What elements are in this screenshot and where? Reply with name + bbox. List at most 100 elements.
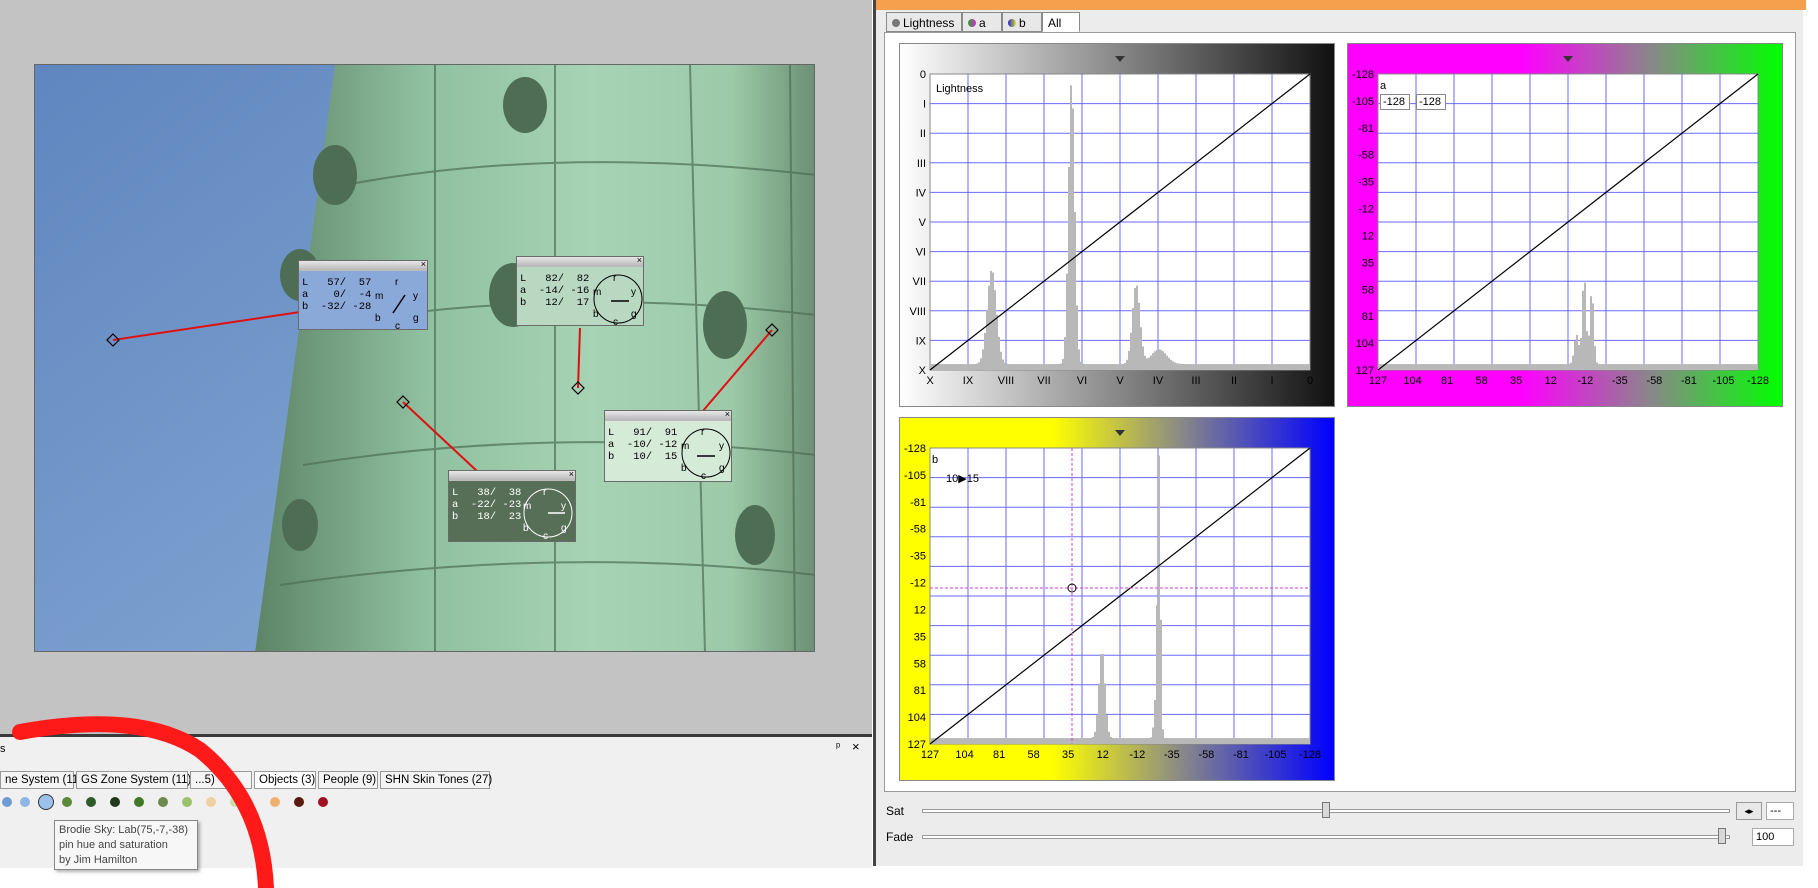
- histogram-bar: [1238, 364, 1240, 370]
- histogram-bar: [1726, 364, 1728, 370]
- histogram-bar: [1736, 364, 1738, 370]
- histogram-bar: [1438, 364, 1440, 370]
- histogram-bar: [1250, 738, 1252, 744]
- y-tick-label: II: [920, 128, 926, 140]
- histogram-bar: [1448, 364, 1450, 370]
- tab-all[interactable]: All: [1042, 12, 1080, 32]
- histogram-bar: [1228, 738, 1230, 744]
- histogram-bar: [1296, 738, 1298, 744]
- a-input-value[interactable]: -128: [1380, 94, 1410, 110]
- tab-a[interactable]: a: [962, 12, 1002, 32]
- tooltip-line: Brodie Sky: Lab(75,-7,-38): [59, 824, 189, 836]
- histogram-bar: [1180, 738, 1182, 744]
- histogram-bar: [1536, 364, 1538, 370]
- histogram-bar: [1014, 738, 1016, 744]
- histogram-bar: [1738, 364, 1740, 370]
- histogram-bar: [1136, 285, 1138, 370]
- histogram-bar: [1490, 364, 1492, 370]
- tab-b[interactable]: b: [1002, 12, 1042, 32]
- histogram-bar: [1178, 738, 1180, 744]
- histogram-bar: [1106, 364, 1108, 370]
- histogram-bar: [1088, 364, 1090, 370]
- histogram-bar: [1170, 359, 1172, 370]
- sat-stepper[interactable]: ◂▸: [1736, 802, 1762, 820]
- histogram-bar: [1540, 364, 1542, 370]
- x-tick-label: 127: [1369, 375, 1387, 387]
- histogram-bar: [1542, 364, 1544, 370]
- sat-slider-thumb[interactable]: [1322, 802, 1330, 818]
- y-tick-label: 35: [1362, 257, 1374, 269]
- histogram-bar: [970, 738, 972, 744]
- fade-slider-track[interactable]: [922, 835, 1730, 839]
- histogram-bar: [1722, 364, 1724, 370]
- histogram-bar: [1404, 364, 1406, 370]
- histogram-bar: [1198, 738, 1200, 744]
- histogram-bar: [1562, 364, 1564, 370]
- histogram-bar: [1094, 731, 1096, 744]
- histogram-bar: [1200, 738, 1202, 744]
- histogram-bar: [1114, 738, 1116, 744]
- x-tick-label: VI: [1077, 375, 1087, 387]
- histogram-bar: [1650, 364, 1652, 370]
- sat-value[interactable]: ---: [1766, 802, 1794, 820]
- histogram-bar: [1432, 364, 1434, 370]
- histogram-bar: [1088, 738, 1090, 744]
- y-tick-label: -12: [910, 578, 926, 590]
- histogram-bar: [1268, 738, 1270, 744]
- histogram-bar: [956, 738, 958, 744]
- y-tick-label: -128: [1352, 69, 1374, 81]
- histogram-bar: [1010, 364, 1012, 370]
- tab-lightness[interactable]: Lightness: [886, 12, 962, 32]
- histogram-bar: [1680, 364, 1682, 370]
- histogram-bar: [1042, 364, 1044, 370]
- histogram-bar: [1008, 364, 1010, 370]
- histogram-bar: [964, 364, 966, 370]
- histogram-bar: [968, 364, 970, 370]
- histogram-bar: [1112, 364, 1114, 370]
- histogram-bar: [1492, 364, 1494, 370]
- histogram-bar: [1128, 738, 1130, 744]
- fade-slider-thumb[interactable]: [1718, 828, 1726, 844]
- y-tick-label: 0: [920, 69, 926, 81]
- histogram-bar: [940, 364, 942, 370]
- histogram-bar: [1264, 364, 1266, 370]
- y-tick-label: VII: [913, 276, 926, 288]
- lightness-curve-label: Lightness: [936, 83, 984, 95]
- histogram-bar: [1132, 738, 1134, 744]
- histogram-bar: [1600, 364, 1602, 370]
- histogram-bar: [1388, 364, 1390, 370]
- curves-window: Lightness a b All 0 I II III IV V VI VII VIII IX X…: [873, 0, 1806, 866]
- histogram-bar: [1162, 729, 1164, 744]
- histogram-bar: [1698, 364, 1700, 370]
- histogram-bar: [1636, 364, 1638, 370]
- histogram-bar: [1544, 364, 1546, 370]
- histogram-bar: [1134, 738, 1136, 744]
- histogram-bar: [1638, 364, 1640, 370]
- histogram-bar: [1730, 364, 1732, 370]
- histogram-bar: [1422, 364, 1424, 370]
- histogram-bar: [1284, 738, 1286, 744]
- histogram-bar: [1466, 364, 1468, 370]
- a-curve-label: a: [1380, 80, 1387, 92]
- histogram-bar: [1282, 364, 1284, 370]
- histogram-bar: [1174, 738, 1176, 744]
- histogram-bar: [1084, 364, 1086, 370]
- lightness-curve-panel[interactable]: 0 I II III IV V VI VII VIII IX X X IX VIII VII VI V IV III…: [899, 43, 1335, 407]
- histogram-bar: [1612, 364, 1614, 370]
- histogram-bar: [1118, 738, 1120, 744]
- histogram-bar: [1260, 364, 1262, 370]
- histogram-bar: [1234, 738, 1236, 744]
- histogram-bar: [1548, 364, 1550, 370]
- a-curve-panel[interactable]: -128 -105 -81 -58 -35 -12 12 35 58 81 104 127 127 104…: [1347, 43, 1783, 407]
- histogram-bar: [984, 332, 986, 370]
- histogram-bar: [982, 738, 984, 744]
- b-curve-panel[interactable]: -128 -105 -81 -58 -35 -12 12 35 58 81 104 127 127 104…: [899, 417, 1335, 781]
- histogram-bar: [1166, 738, 1168, 744]
- histogram-bar: [1582, 290, 1584, 370]
- histogram-bar: [1452, 364, 1454, 370]
- x-tick-label: -35: [1612, 375, 1628, 387]
- a-output-value[interactable]: -128: [1416, 94, 1446, 110]
- histogram-bar: [1152, 353, 1154, 370]
- fade-value[interactable]: 100: [1752, 828, 1794, 846]
- histogram-bar: [1006, 738, 1008, 744]
